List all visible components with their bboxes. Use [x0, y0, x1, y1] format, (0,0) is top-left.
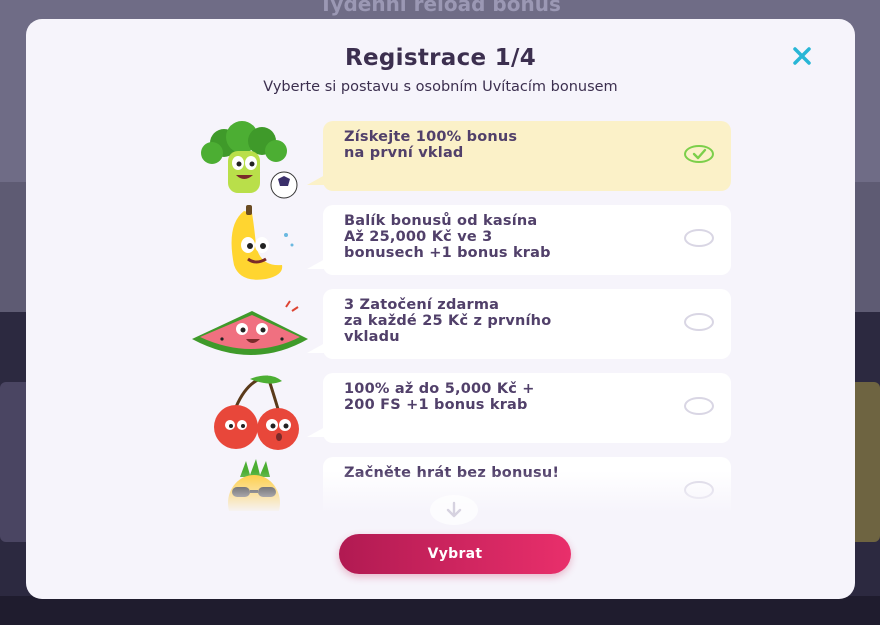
close-button[interactable]	[789, 43, 815, 69]
cherries-character-icon	[214, 375, 299, 450]
arrow-down-icon	[446, 501, 462, 518]
registration-modal: Registrace 1/4 Vyberte si postavu s osob…	[26, 19, 855, 599]
option-text: 3 Zatočení zdarma za každé 25 Kč z první…	[344, 297, 552, 345]
option-bubble: Balík bonusů od kasína Až 25,000 Kč ve 3…	[307, 205, 731, 275]
modal-subtitle: Vyberte si postavu s osobním Uvítacím bo…	[263, 79, 618, 95]
option-radio[interactable]	[684, 313, 714, 331]
option-bubble: 3 Zatočení zdarma za každé 25 Kč z první…	[307, 289, 731, 359]
modal-title: Registrace 1/4	[344, 45, 537, 71]
select-button[interactable]: Vybrat	[339, 534, 571, 574]
option-text: 100% až do 5,000 Kč + 200 FS +1 bonus kr…	[344, 381, 535, 413]
background-heading: Týdenní reload bonus	[319, 0, 561, 16]
option-text: Balík bonusů od kasína Až 25,000 Kč ve 3…	[344, 213, 551, 261]
watermelon-character-icon	[192, 300, 308, 355]
close-icon	[793, 47, 811, 65]
broccoli-character-icon	[201, 121, 298, 199]
bonus-option-list: Získejte 100% bonus na první vklad Balík…	[186, 121, 746, 511]
bonus-option-broccoli[interactable]: Získejte 100% bonus na první vklad	[186, 121, 746, 199]
option-bubble: Získejte 100% bonus na první vklad	[307, 121, 731, 191]
option-radio[interactable]	[684, 397, 714, 415]
option-radio-checked[interactable]	[684, 145, 714, 163]
option-bubble: 100% až do 5,000 Kč + 200 FS +1 bonus kr…	[307, 373, 731, 443]
bonus-option-banana[interactable]: Balík bonusů od kasína Až 25,000 Kč ve 3…	[186, 205, 746, 280]
background-bottom-strip	[0, 596, 880, 625]
option-text: Získejte 100% bonus na první vklad	[344, 129, 518, 161]
option-radio[interactable]	[684, 229, 714, 247]
bonus-option-watermelon[interactable]: 3 Zatočení zdarma za každé 25 Kč z první…	[186, 289, 746, 361]
banana-character-icon	[231, 205, 294, 280]
scroll-down-button[interactable]	[430, 495, 478, 525]
checkmark-icon	[692, 148, 707, 160]
bonus-option-cherries[interactable]: 100% až do 5,000 Kč + 200 FS +1 bonus kr…	[186, 373, 746, 450]
